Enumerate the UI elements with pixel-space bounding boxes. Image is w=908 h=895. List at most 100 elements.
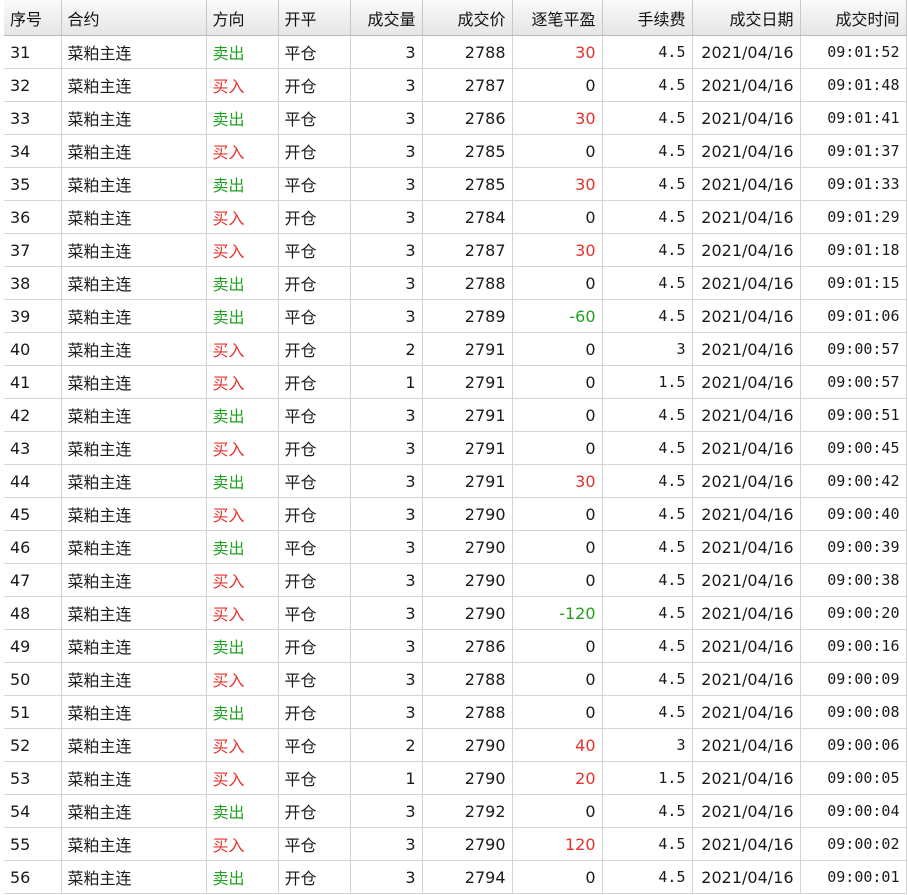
cell-fee: 4.5 [602,563,693,597]
cell-trade-date: 2021/04/16 [692,530,801,564]
cell-close-pnl: 40 [512,728,603,762]
cell-seq: 42 [4,398,62,432]
cell-volume: 3 [350,662,423,696]
cell-open-close: 开仓 [278,68,351,102]
cell-price: 2791 [422,464,513,498]
cell-close-pnl: 0 [512,530,603,564]
table-row[interactable]: 31 菜粕主连 卖出 平仓 3 2788 30 4.5 2021/04/16 09:01:52 [4,35,907,69]
cell-trade-date: 2021/04/16 [692,596,801,630]
table-row[interactable]: 48 菜粕主连 买入 平仓 3 2790 -120 4.5 2021/04/16 09:00:20 [4,596,907,630]
cell-volume: 3 [350,695,423,729]
cell-direction: 买入 [206,563,279,597]
header-trade-time[interactable]: 成交时间 [800,0,907,36]
cell-contract: 菜粕主连 [61,629,207,663]
cell-seq: 54 [4,794,62,828]
header-contract[interactable]: 合约 [61,0,207,36]
cell-seq: 48 [4,596,62,630]
cell-trade-date: 2021/04/16 [692,431,801,465]
cell-seq: 32 [4,68,62,102]
header-fee[interactable]: 手续费 [602,0,693,36]
cell-trade-time: 09:01:06 [800,299,907,333]
cell-trade-date: 2021/04/16 [692,761,801,795]
cell-volume: 3 [350,398,423,432]
cell-trade-date: 2021/04/16 [692,134,801,168]
cell-fee: 4.5 [602,497,693,531]
cell-close-pnl: 30 [512,167,603,201]
cell-direction: 卖出 [206,35,279,69]
cell-trade-date: 2021/04/16 [692,101,801,135]
cell-trade-time: 09:00:08 [800,695,907,729]
cell-volume: 2 [350,332,423,366]
table-row[interactable]: 53 菜粕主连 买入 平仓 1 2790 20 1.5 2021/04/16 09:00:05 [4,761,907,795]
cell-direction: 买入 [206,134,279,168]
cell-volume: 3 [350,266,423,300]
cell-volume: 1 [350,365,423,399]
cell-price: 2790 [422,497,513,531]
table-row[interactable]: 33 菜粕主连 卖出 平仓 3 2786 30 4.5 2021/04/16 09:01:41 [4,101,907,135]
table-row[interactable]: 46 菜粕主连 卖出 平仓 3 2790 0 4.5 2021/04/16 09:00:39 [4,530,907,564]
header-seq[interactable]: 序号 [4,0,62,36]
cell-fee: 4.5 [602,860,693,894]
cell-fee: 3 [602,332,693,366]
cell-volume: 3 [350,35,423,69]
table-row[interactable]: 55 菜粕主连 买入 平仓 3 2790 120 4.5 2021/04/16 09:00:02 [4,827,907,861]
cell-contract: 菜粕主连 [61,101,207,135]
table-row[interactable]: 38 菜粕主连 卖出 开仓 3 2788 0 4.5 2021/04/16 09:01:15 [4,266,907,300]
header-trade-date[interactable]: 成交日期 [692,0,801,36]
table-row[interactable]: 44 菜粕主连 卖出 平仓 3 2791 30 4.5 2021/04/16 09:00:42 [4,464,907,498]
cell-seq: 40 [4,332,62,366]
header-direction[interactable]: 方向 [206,0,279,36]
cell-trade-date: 2021/04/16 [692,563,801,597]
table-row[interactable]: 37 菜粕主连 买入 平仓 3 2787 30 4.5 2021/04/16 09:01:18 [4,233,907,267]
table-row[interactable]: 43 菜粕主连 买入 开仓 3 2791 0 4.5 2021/04/16 09:00:45 [4,431,907,465]
table-row[interactable]: 54 菜粕主连 卖出 开仓 3 2792 0 4.5 2021/04/16 09:00:04 [4,794,907,828]
cell-price: 2790 [422,563,513,597]
cell-volume: 3 [350,431,423,465]
cell-price: 2784 [422,200,513,234]
cell-seq: 53 [4,761,62,795]
cell-trade-date: 2021/04/16 [692,299,801,333]
header-price[interactable]: 成交价 [422,0,513,36]
cell-close-pnl: -60 [512,299,603,333]
cell-trade-time: 09:01:37 [800,134,907,168]
table-row[interactable]: 34 菜粕主连 买入 开仓 3 2785 0 4.5 2021/04/16 09:01:37 [4,134,907,168]
cell-open-close: 开仓 [278,266,351,300]
header-close-pnl[interactable]: 逐笔平盈 [512,0,603,36]
table-row[interactable]: 42 菜粕主连 卖出 平仓 3 2791 0 4.5 2021/04/16 09:00:51 [4,398,907,432]
cell-fee: 4.5 [602,629,693,663]
cell-fee: 1.5 [602,761,693,795]
cell-direction: 买入 [206,68,279,102]
cell-direction: 卖出 [206,398,279,432]
cell-volume: 3 [350,464,423,498]
cell-trade-date: 2021/04/16 [692,629,801,663]
cell-contract: 菜粕主连 [61,233,207,267]
table-row[interactable]: 45 菜粕主连 买入 开仓 3 2790 0 4.5 2021/04/16 09:00:40 [4,497,907,531]
table-row[interactable]: 56 菜粕主连 卖出 开仓 3 2794 0 4.5 2021/04/16 09:00:01 [4,860,907,894]
table-row[interactable]: 35 菜粕主连 卖出 平仓 3 2785 30 4.5 2021/04/16 09:01:33 [4,167,907,201]
table-row[interactable]: 51 菜粕主连 卖出 开仓 3 2788 0 4.5 2021/04/16 09:00:08 [4,695,907,729]
cell-contract: 菜粕主连 [61,860,207,894]
table-row[interactable]: 39 菜粕主连 卖出 平仓 3 2789 -60 4.5 2021/04/16 09:01:06 [4,299,907,333]
cell-price: 2790 [422,596,513,630]
table-row[interactable]: 47 菜粕主连 买入 开仓 3 2790 0 4.5 2021/04/16 09:00:38 [4,563,907,597]
table-row[interactable]: 40 菜粕主连 买入 开仓 2 2791 0 3 2021/04/16 09:00:57 [4,332,907,366]
table-row[interactable]: 49 菜粕主连 卖出 开仓 3 2786 0 4.5 2021/04/16 09:00:16 [4,629,907,663]
table-row[interactable]: 32 菜粕主连 买入 开仓 3 2787 0 4.5 2021/04/16 09:01:48 [4,68,907,102]
cell-close-pnl: 20 [512,761,603,795]
cell-contract: 菜粕主连 [61,497,207,531]
cell-contract: 菜粕主连 [61,662,207,696]
table-row[interactable]: 52 菜粕主连 买入 平仓 2 2790 40 3 2021/04/16 09:00:06 [4,728,907,762]
cell-volume: 3 [350,68,423,102]
table-row[interactable]: 50 菜粕主连 买入 平仓 3 2788 0 4.5 2021/04/16 09:00:09 [4,662,907,696]
cell-open-close: 开仓 [278,629,351,663]
cell-open-close: 平仓 [278,827,351,861]
cell-trade-date: 2021/04/16 [692,266,801,300]
table-row[interactable]: 41 菜粕主连 买入 开仓 1 2791 0 1.5 2021/04/16 09:00:57 [4,365,907,399]
table-row[interactable]: 36 菜粕主连 买入 开仓 3 2784 0 4.5 2021/04/16 09:01:29 [4,200,907,234]
header-volume[interactable]: 成交量 [350,0,423,36]
cell-direction: 卖出 [206,695,279,729]
cell-seq: 47 [4,563,62,597]
header-open-close[interactable]: 开平 [278,0,351,36]
cell-close-pnl: 0 [512,332,603,366]
cell-direction: 卖出 [206,299,279,333]
